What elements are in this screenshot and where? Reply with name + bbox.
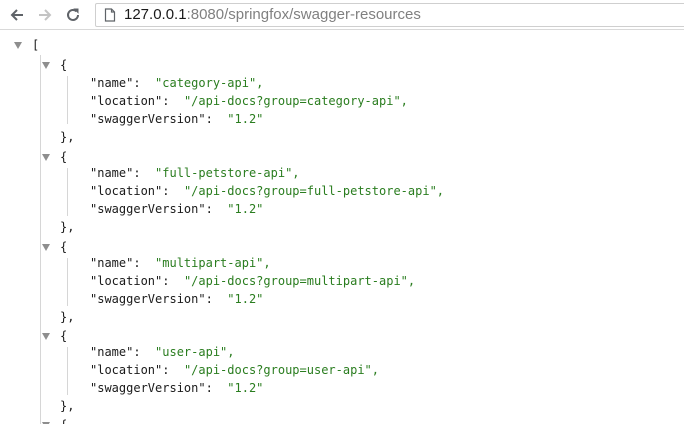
value-swagger-version: "1.2": [227, 381, 264, 395]
json-line-name: "name": "user-api",: [90, 344, 235, 360]
url-text: 127.0.0.1:8080/springfox/swagger-resourc…: [124, 6, 421, 24]
address-bar[interactable]: 127.0.0.1:8080/springfox/swagger-resourc…: [95, 3, 684, 27]
json-line-name: "name": "multipart-api",: [90, 255, 271, 271]
value-location: "/api-docs?group=user-api",: [183, 363, 380, 377]
key-name: "name":: [90, 256, 141, 270]
json-line-location: "location": "/api-docs?group=user-api",: [90, 362, 379, 378]
indent-guide: [67, 76, 68, 124]
json-line-swagger-version: "swaggerVersion": "1.2": [90, 380, 263, 396]
key-location: "location":: [90, 274, 170, 288]
url-path: :8080/springfox/swagger-resources: [186, 6, 421, 23]
json-line-location: "location": "/api-docs?group=multipart-a…: [90, 273, 415, 289]
collapse-toggle-item[interactable]: [42, 62, 50, 69]
close-brace: },: [60, 130, 75, 144]
value-name: "multipart-api",: [155, 256, 271, 270]
value-location: "/api-docs?group=category-api",: [183, 94, 408, 108]
open-brace: {: [60, 150, 68, 164]
value-name: "user-api",: [155, 345, 235, 359]
value-swagger-version: "1.2": [227, 202, 264, 216]
json-line-name: "name": "full-petstore-api",: [90, 165, 300, 181]
json-line-swagger-version: "swaggerVersion": "1.2": [90, 111, 263, 127]
json-line-location: "location": "/api-docs?group=category-ap…: [90, 93, 408, 109]
json-line-swagger-version: "swaggerVersion": "1.2": [90, 201, 263, 217]
collapse-toggle-item[interactable]: [42, 333, 50, 340]
close-brace: },: [60, 310, 75, 324]
key-swagger-version: "swaggerVersion":: [90, 202, 213, 216]
reload-button[interactable]: [62, 4, 84, 26]
key-name: "name":: [90, 345, 141, 359]
indent-guide-root: [40, 55, 41, 424]
close-brace: },: [60, 399, 75, 413]
json-line-name: "name": "category-api",: [90, 75, 263, 91]
key-swagger-version: "swaggerVersion":: [90, 381, 213, 395]
json-line-location: "location": "/api-docs?group=full-petsto…: [90, 183, 444, 199]
json-line-swagger-version: "swaggerVersion": "1.2": [90, 291, 263, 307]
key-name: "name":: [90, 76, 141, 90]
key-name: "name":: [90, 166, 141, 180]
reload-icon: [67, 8, 79, 21]
key-swagger-version: "swaggerVersion":: [90, 112, 213, 126]
close-brace: },: [60, 220, 75, 234]
open-brace: {: [60, 58, 68, 72]
open-brace: {: [60, 240, 68, 254]
key-location: "location":: [90, 184, 170, 198]
collapse-toggle-root[interactable]: [14, 42, 22, 49]
value-swagger-version: "1.2": [227, 292, 264, 306]
forward-button[interactable]: [34, 4, 56, 26]
open-bracket: [: [32, 38, 40, 52]
url-host: 127.0.0.1: [124, 6, 187, 23]
indent-guide: [67, 168, 68, 216]
key-location: "location":: [90, 94, 170, 108]
value-location: "/api-docs?group=multipart-api",: [183, 274, 416, 288]
back-button[interactable]: [6, 4, 28, 26]
value-name: "category-api",: [155, 76, 264, 90]
value-name: "full-petstore-api",: [155, 166, 300, 180]
page-icon: [104, 8, 116, 22]
indent-guide: [67, 258, 68, 306]
collapse-toggle-item[interactable]: [42, 154, 50, 161]
indent-guide: [67, 347, 68, 395]
key-swagger-version: "swaggerVersion":: [90, 292, 213, 306]
arrow-right-icon: [39, 9, 52, 21]
json-viewer: [ { "name": "category-api", "location": …: [0, 31, 684, 424]
open-brace: {: [60, 329, 68, 343]
key-location: "location":: [90, 363, 170, 377]
value-location: "/api-docs?group=full-petstore-api",: [183, 184, 445, 198]
arrow-left-icon: [10, 9, 23, 21]
open-brace: {: [60, 417, 67, 424]
browser-toolbar: 127.0.0.1:8080/springfox/swagger-resourc…: [0, 0, 684, 30]
collapse-toggle-item[interactable]: [42, 244, 50, 251]
value-swagger-version: "1.2": [227, 112, 264, 126]
